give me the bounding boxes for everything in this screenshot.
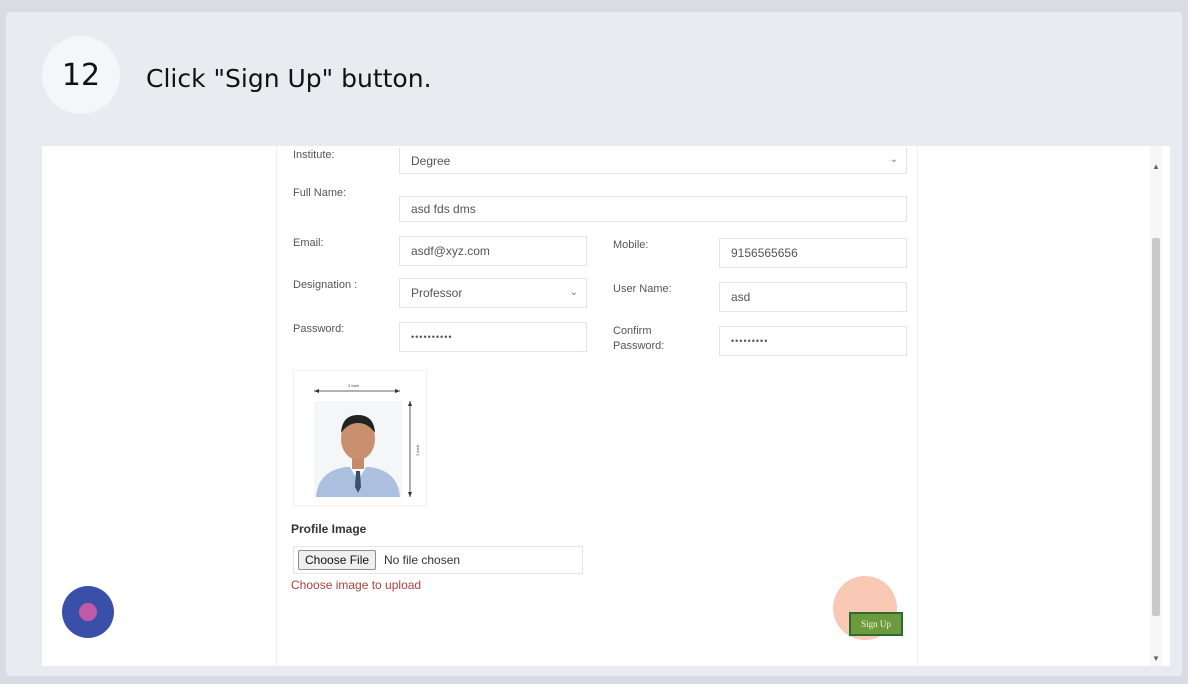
password-value: •••••••••• xyxy=(411,332,453,342)
upload-hint: Choose image to upload xyxy=(291,578,422,592)
confirm-password-input[interactable]: ••••••••• xyxy=(719,326,907,356)
password-label: Password: xyxy=(293,323,345,335)
profile-image-title: Profile Image xyxy=(291,522,367,536)
scroll-up-icon[interactable]: ▲ xyxy=(1152,162,1160,171)
institute-select[interactable]: Degree ⌄ xyxy=(399,148,907,174)
designation-label: Designation : xyxy=(293,279,358,291)
full-name-value: asd fds dms xyxy=(411,202,476,216)
confirm-password-value: ••••••••• xyxy=(731,336,769,346)
scrollbar[interactable]: ▲ ▼ xyxy=(1150,146,1162,666)
step-number-badge: 12 xyxy=(42,36,120,114)
institute-value: Degree xyxy=(411,153,451,168)
screenshot-area: Institute: Degree ⌄ Full Name: asd fds d… xyxy=(42,146,1170,666)
institute-label: Institute: xyxy=(293,149,335,161)
confirm-password-label-line1: Confirm xyxy=(613,325,652,337)
tutorial-card: 12 Click "Sign Up" button. Institute: De… xyxy=(6,12,1182,676)
mobile-input[interactable]: 9156565656 xyxy=(719,238,907,268)
choose-file-button[interactable]: Choose File xyxy=(298,550,377,570)
scroll-thumb[interactable] xyxy=(1152,238,1160,616)
sign-up-button[interactable]: Sign Up xyxy=(849,612,903,636)
cursor-indicator-center xyxy=(79,603,97,621)
photo-height-label: 2 Inch xyxy=(415,445,420,456)
mobile-value: 9156565656 xyxy=(731,246,798,260)
step-instruction: Click "Sign Up" button. xyxy=(146,64,432,93)
full-name-input[interactable]: asd fds dms xyxy=(399,196,907,222)
email-label: Email: xyxy=(293,237,324,249)
cursor-indicator xyxy=(62,586,114,638)
password-input[interactable]: •••••••••• xyxy=(399,322,587,352)
chevron-down-icon: ⌄ xyxy=(889,154,898,165)
profile-image-file-input[interactable]: Choose File No file chosen xyxy=(293,546,583,574)
photo-width-label: 2 Inch xyxy=(348,383,359,388)
confirm-password-label: Confirm Password: xyxy=(613,324,664,354)
confirm-password-label-line2: Password: xyxy=(613,340,665,352)
step-number: 12 xyxy=(61,57,101,93)
mobile-label: Mobile: xyxy=(613,239,649,251)
sample-photo: 2 Inch 2 Inch xyxy=(293,370,427,506)
passport-photo-illustration xyxy=(314,389,412,497)
chevron-down-icon: ⌄ xyxy=(569,287,578,298)
email-input[interactable]: asdf@xyz.com xyxy=(399,236,587,266)
user-name-input[interactable]: asd xyxy=(719,282,907,312)
email-value: asdf@xyz.com xyxy=(411,244,490,258)
user-name-label: User Name: xyxy=(613,283,672,295)
user-name-value: asd xyxy=(731,290,751,304)
signup-form: Institute: Degree ⌄ Full Name: asd fds d… xyxy=(276,146,918,666)
no-file-text: No file chosen xyxy=(384,553,461,567)
designation-select[interactable]: Professor ⌄ xyxy=(399,278,587,308)
designation-value: Professor xyxy=(411,286,463,300)
scroll-down-icon[interactable]: ▼ xyxy=(1152,654,1160,663)
full-name-label: Full Name: xyxy=(293,187,347,199)
